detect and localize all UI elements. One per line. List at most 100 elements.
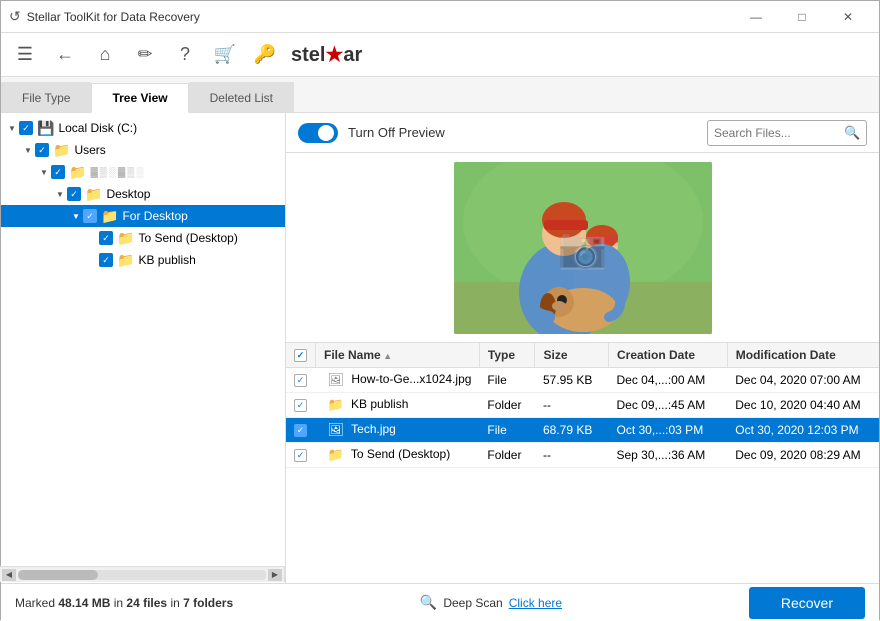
tree-label-for-desktop: For Desktop (122, 209, 187, 223)
click-here-link[interactable]: Click here (509, 596, 562, 610)
tree-checkbox-kb-publish[interactable] (99, 253, 113, 267)
deep-scan-label: Deep Scan (443, 596, 502, 610)
row-cell-created: Oct 30,...:03 PM (608, 418, 727, 443)
tree-arrow-user-hidden (37, 165, 51, 179)
tab-deleted-list[interactable]: Deleted List (189, 82, 294, 112)
row-cell-size: -- (535, 443, 609, 468)
help-icon[interactable]: ? (171, 41, 199, 69)
titlebar: ↺ Stellar ToolKit for Data Recovery — □ … (1, 1, 879, 33)
folder-row-icon: 📁 (328, 397, 344, 412)
row-cell-created: Dec 09,...:45 AM (608, 393, 727, 418)
tree-checkbox-local-disk[interactable] (19, 121, 33, 135)
scroll-left-btn[interactable]: ◀ (2, 569, 16, 581)
file-row-icon: 🖼 (328, 372, 345, 387)
home-icon[interactable]: ⌂ (91, 41, 119, 69)
col-type[interactable]: Type (479, 343, 535, 368)
tree-item-user-hidden[interactable]: 📁 ▓▒░▓▒░ (1, 161, 285, 183)
tab-tree-view[interactable]: Tree View (91, 83, 188, 113)
statusbar: Marked 48.14 MB in 24 files in 7 folders… (1, 583, 879, 621)
tree-checkbox-users[interactable] (35, 143, 49, 157)
tree-item-for-desktop[interactable]: 📁 For Desktop (1, 205, 285, 227)
col-size[interactable]: Size (535, 343, 609, 368)
scroll-thumb[interactable] (18, 570, 98, 580)
titlebar-left: ↺ Stellar ToolKit for Data Recovery (9, 8, 200, 25)
table-row[interactable]: 📁 To Send (Desktop) Folder -- Sep 30,...… (286, 443, 879, 468)
tree-arrow-for-desktop (69, 209, 83, 223)
preview-header: Turn Off Preview 🔍 (286, 113, 879, 153)
row-checkbox-0[interactable] (294, 374, 307, 387)
minimize-button[interactable]: — (733, 1, 779, 33)
row-cell-type: File (479, 368, 535, 393)
scroll-right-btn[interactable]: ▶ (268, 569, 282, 581)
image-preview (286, 153, 879, 343)
folder-icon-user-hidden: 📁 (69, 164, 86, 181)
file-table: File Name Type Size Creation Date Modifi… (286, 343, 879, 583)
titlebar-controls: — □ ✕ (733, 1, 871, 33)
tree-label-users: Users (74, 143, 105, 157)
sidebar-hscroll[interactable]: ◀ ▶ (0, 566, 285, 582)
tree-item-desktop[interactable]: 📁 Desktop (1, 183, 285, 205)
col-filename[interactable]: File Name (316, 343, 480, 368)
titlebar-title: Stellar ToolKit for Data Recovery (27, 10, 200, 24)
preview-toggle[interactable] (298, 123, 338, 143)
row-cell-created: Dec 04,...:00 AM (608, 368, 727, 393)
folder-icon-desktop: 📁 (85, 186, 102, 203)
menu-icon[interactable]: ☰ (11, 41, 39, 69)
row-checkbox-3[interactable] (294, 449, 307, 462)
row-cell-name: 📁 To Send (Desktop) (316, 443, 480, 468)
tree-checkbox-desktop[interactable] (67, 187, 81, 201)
header-checkbox[interactable] (294, 349, 307, 362)
file-row-icon: 🖼 (328, 422, 345, 437)
search-icon[interactable]: 🔍 (844, 125, 860, 141)
table-row[interactable]: 🖼 Tech.jpg File 68.79 KB Oct 30,...:03 P… (286, 418, 879, 443)
row-cell-type: Folder (479, 443, 535, 468)
status-text: Marked 48.14 MB in 24 files in 7 folders (15, 596, 233, 610)
row-cell-modified: Dec 10, 2020 04:40 AM (727, 393, 879, 418)
tab-file-type[interactable]: File Type (1, 82, 91, 112)
edit-icon[interactable]: ✏ (131, 41, 159, 69)
row-cell-modified: Oct 30, 2020 12:03 PM (727, 418, 879, 443)
row-cell-name: 📁 KB publish (316, 393, 480, 418)
cart-icon[interactable]: 🛒 (211, 41, 239, 69)
row-filename: How-to-Ge...x1024.jpg (351, 373, 471, 387)
search-box[interactable]: 🔍 (707, 120, 867, 146)
tree-checkbox-for-desktop[interactable] (83, 209, 97, 223)
row-cell-modified: Dec 09, 2020 08:29 AM (727, 443, 879, 468)
preview-toggle-label: Turn Off Preview (348, 125, 445, 140)
tree-item-local-disk[interactable]: 💾 Local Disk (C:) (1, 117, 285, 139)
row-checkbox-2[interactable] (294, 424, 307, 437)
deep-scan-area: 🔍 Deep Scan Click here (420, 594, 562, 611)
folder-icon-for-desktop: 📁 (101, 208, 118, 225)
close-button[interactable]: ✕ (825, 1, 871, 33)
tree-item-users[interactable]: 📁 Users (1, 139, 285, 161)
tree-checkbox-user-hidden[interactable] (51, 165, 65, 179)
tree-label-desktop: Desktop (106, 187, 150, 201)
preview-image (454, 162, 712, 334)
row-filename: Tech.jpg (351, 423, 396, 437)
table-row[interactable]: 🖼 How-to-Ge...x1024.jpg File 57.95 KB De… (286, 368, 879, 393)
maximize-button[interactable]: □ (779, 1, 825, 33)
row-checkbox-1[interactable] (294, 399, 307, 412)
recover-button[interactable]: Recover (749, 587, 865, 619)
table-row[interactable]: 📁 KB publish Folder -- Dec 09,...:45 AM … (286, 393, 879, 418)
search-input[interactable] (714, 126, 844, 140)
tree-label-kb-publish: KB publish (138, 253, 195, 267)
row-cell-created: Sep 30,...:36 AM (608, 443, 727, 468)
tree-label-user-hidden: ▓▒░▓▒░ (90, 167, 145, 178)
tree-item-kb-publish[interactable]: 📁 KB publish (1, 249, 285, 271)
col-modified[interactable]: Modification Date (727, 343, 879, 368)
tree-arrow-users (21, 143, 35, 157)
tree-item-to-send[interactable]: 📁 To Send (Desktop) (1, 227, 285, 249)
row-cell-checkbox (286, 393, 316, 418)
tree-arrow-desktop (53, 187, 67, 201)
row-cell-name: 🖼 Tech.jpg (316, 418, 480, 443)
key-icon[interactable]: 🔑 (251, 41, 279, 69)
row-cell-modified: Dec 04, 2020 07:00 AM (727, 368, 879, 393)
col-created[interactable]: Creation Date (608, 343, 727, 368)
tree-label-local-disk: Local Disk (C:) (58, 121, 137, 135)
back-icon[interactable]: ← (51, 41, 79, 69)
row-cell-size: 57.95 KB (535, 368, 609, 393)
row-filename: KB publish (351, 398, 408, 412)
tree-checkbox-to-send[interactable] (99, 231, 113, 245)
toolbar: ☰ ← ⌂ ✏ ? 🛒 🔑 stel★ar (1, 33, 879, 77)
